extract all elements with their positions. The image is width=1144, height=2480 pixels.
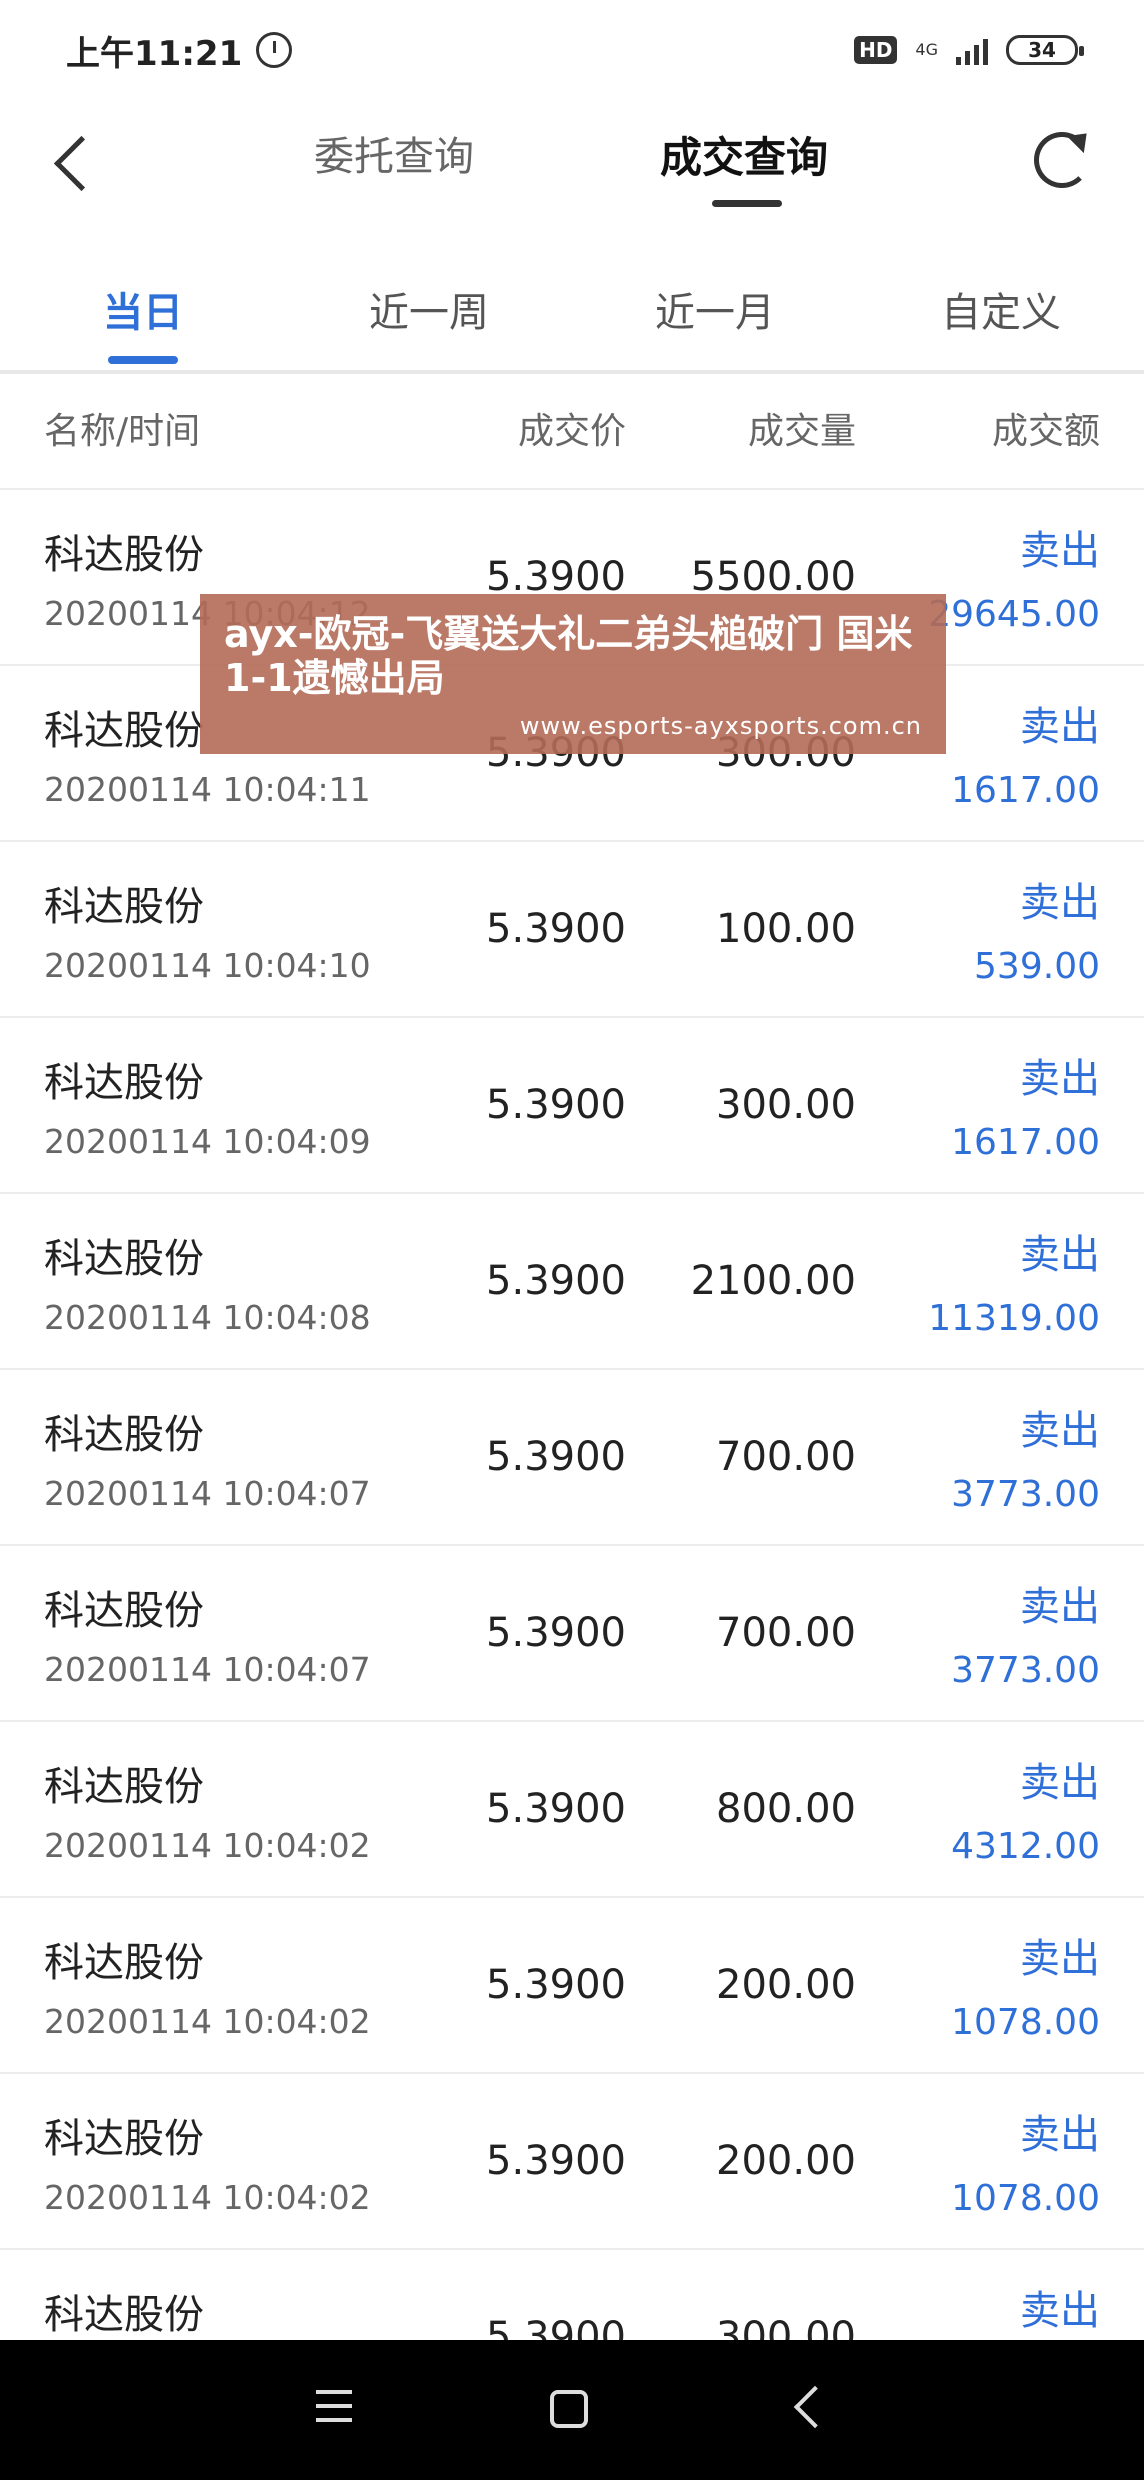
- deal-price: 5.3900: [486, 1082, 626, 1128]
- stock-name: 科达股份: [44, 1940, 204, 1986]
- period-tab-today[interactable]: 当日: [0, 280, 286, 338]
- deal-amount: 3773.00: [951, 1474, 1100, 1515]
- tab-deal-query[interactable]: 成交查询: [660, 124, 828, 185]
- battery-icon: 34: [1006, 35, 1084, 65]
- deal-time: 20200114 10:04:07: [44, 1474, 371, 1513]
- deal-price: 5.3900: [486, 1434, 626, 1480]
- table-row[interactable]: 科达股份 20200114 10:04:07 5.3900 700.00 卖出 3773.…: [0, 1370, 1144, 1546]
- system-back-icon[interactable]: [793, 2385, 837, 2429]
- period-tabs: 当日 近一周 近一月 自定义: [0, 260, 1144, 370]
- deal-direction: 卖出: [1020, 1408, 1100, 1454]
- period-tab-week[interactable]: 近一周: [286, 280, 572, 338]
- deal-list: 科达股份20200114 10:04:125.39005500.00卖出2964…: [0, 490, 1144, 2426]
- deal-time: 20200114 10:04:08: [44, 1298, 371, 1337]
- deal-time: 20200114 10:04:09: [44, 1122, 371, 1161]
- deal-volume: 800.00: [716, 1786, 856, 1832]
- deal-amount: 539.00: [974, 946, 1100, 987]
- deal-price: 5.3900: [486, 2138, 626, 2184]
- stock-name: 科达股份: [44, 2292, 204, 2338]
- deal-time: 20200114 10:04:02: [44, 2002, 371, 2041]
- period-tab-custom[interactable]: 自定义: [858, 280, 1144, 338]
- period-tab-indicator: [108, 356, 178, 364]
- deal-time: 20200114 10:04:11: [44, 770, 371, 809]
- header-amount: 成交额: [991, 411, 1100, 452]
- signal-icon: [956, 35, 988, 65]
- back-arrow-icon[interactable]: [40, 120, 120, 200]
- table-row[interactable]: 科达股份 20200114 10:04:07 5.3900 700.00 卖出 3773.…: [0, 1546, 1144, 1722]
- deal-direction: 卖出: [1020, 1936, 1100, 1982]
- deal-direction: 卖出: [1020, 1584, 1100, 1630]
- table-row[interactable]: 科达股份 20200114 10:04:10 5.3900 100.00 卖出 539.0…: [0, 842, 1144, 1018]
- alarm-icon: [256, 32, 293, 68]
- deal-direction: 卖出: [1020, 1056, 1100, 1102]
- deal-amount: 4312.00: [951, 1826, 1100, 1867]
- table-row[interactable]: 科达股份 20200114 10:04:02 5.3900 200.00 卖出 1078.…: [0, 2074, 1144, 2250]
- deal-price: 5.3900: [486, 1610, 626, 1656]
- deal-direction: 卖出: [1020, 1232, 1100, 1278]
- table-row[interactable]: 科达股份 20200114 10:04:08 5.3900 2100.00 卖出 1131…: [0, 1194, 1144, 1370]
- stock-name: 科达股份: [44, 708, 204, 754]
- deal-time: 20200114 10:04:02: [44, 2178, 371, 2217]
- deal-time: 20200114 10:04:02: [44, 1826, 371, 1865]
- deal-amount: 3773.00: [951, 1650, 1100, 1691]
- hd-badge: HD: [854, 36, 898, 64]
- stock-name: 科达股份: [44, 1764, 204, 1810]
- watermark-banner: ayx-欧冠-飞翼送大礼二弟头槌破门 国米1-1遗憾出局 www.esports…: [200, 594, 946, 754]
- deal-volume: 700.00: [716, 1434, 856, 1480]
- deal-direction: 卖出: [1020, 528, 1100, 574]
- table-row[interactable]: 科达股份 20200114 10:04:02 5.3900 200.00 卖出 1078.…: [0, 1898, 1144, 2074]
- deal-volume: 100.00: [716, 906, 856, 952]
- period-tab-month[interactable]: 近一月: [572, 280, 858, 338]
- deal-volume: 200.00: [716, 1962, 856, 2008]
- deal-amount: 1078.00: [951, 2178, 1100, 2219]
- deal-amount: 1617.00: [951, 1122, 1100, 1163]
- table-header: 名称/时间 成交价 成交量 成交额: [0, 374, 1144, 490]
- deal-direction: 卖出: [1020, 880, 1100, 926]
- deal-direction: 卖出: [1020, 1760, 1100, 1806]
- deal-price: 5.3900: [486, 1962, 626, 2008]
- deal-direction: 卖出: [1020, 2288, 1100, 2334]
- tab-entrust-query[interactable]: 委托查询: [314, 124, 474, 182]
- home-icon[interactable]: [550, 2390, 588, 2428]
- deal-price: 5.3900: [486, 1786, 626, 1832]
- deal-amount: 1617.00: [951, 770, 1100, 811]
- deal-amount: 29645.00: [928, 594, 1100, 635]
- header-price: 成交价: [517, 411, 626, 452]
- stock-name: 科达股份: [44, 2116, 204, 2162]
- deal-volume: 2100.00: [690, 1258, 856, 1304]
- table-row[interactable]: 科达股份 20200114 10:04:02 5.3900 800.00 卖出 4312.…: [0, 1722, 1144, 1898]
- stock-name: 科达股份: [44, 1588, 204, 1634]
- stock-name: 科达股份: [44, 1236, 204, 1282]
- deal-direction: 卖出: [1020, 2112, 1100, 2158]
- stock-name: 科达股份: [44, 884, 204, 930]
- watermark-title: ayx-欧冠-飞翼送大礼二弟头槌破门 国米1-1遗憾出局: [224, 612, 913, 700]
- header-name-time: 名称/时间: [44, 411, 201, 452]
- deal-volume: 700.00: [716, 1610, 856, 1656]
- table-row[interactable]: 科达股份 20200114 10:04:09 5.3900 300.00 卖出 1617.…: [0, 1018, 1144, 1194]
- network-type: 4G: [915, 40, 938, 59]
- header-volume: 成交量: [747, 411, 856, 452]
- active-tab-indicator: [712, 200, 782, 207]
- menu-icon[interactable]: [316, 2390, 352, 2426]
- deal-time: 20200114 10:04:07: [44, 1650, 371, 1689]
- deal-volume: 200.00: [716, 2138, 856, 2184]
- refresh-icon[interactable]: [1034, 132, 1090, 188]
- status-time: 上午11:21: [66, 33, 243, 74]
- deal-time: 20200114 10:04:10: [44, 946, 371, 985]
- deal-price: 5.3900: [486, 906, 626, 952]
- system-navigation-bar: [0, 2340, 1144, 2480]
- stock-name: 科达股份: [44, 1060, 204, 1106]
- deal-amount: 11319.00: [928, 1298, 1100, 1339]
- status-bar: 上午11:21 HD 4G 34: [0, 0, 1144, 100]
- deal-price: 5.3900: [486, 1258, 626, 1304]
- watermark-url: www.esports-ayxsports.com.cn: [519, 712, 922, 740]
- deal-amount: 1078.00: [951, 2002, 1100, 2043]
- deal-volume: 300.00: [716, 1082, 856, 1128]
- deal-direction: 卖出: [1020, 704, 1100, 750]
- stock-name: 科达股份: [44, 532, 204, 578]
- stock-name: 科达股份: [44, 1412, 204, 1458]
- status-indicators: HD 4G 34: [854, 35, 1084, 65]
- top-navigation: 委托查询 成交查询: [0, 100, 1144, 240]
